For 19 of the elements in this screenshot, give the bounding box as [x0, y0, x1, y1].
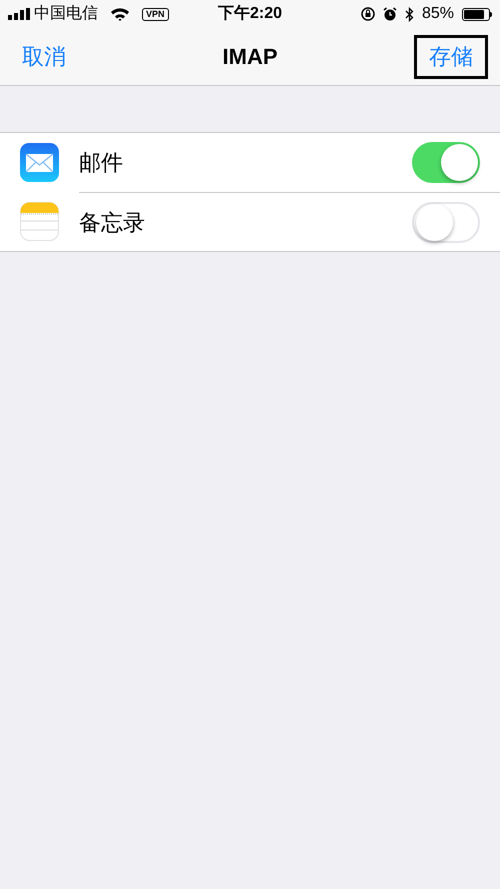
setting-label: 邮件: [79, 149, 124, 177]
battery-percent: 85%: [422, 4, 454, 24]
toggle-switch[interactable]: [412, 202, 480, 242]
cancel-button[interactable]: 取消: [12, 40, 76, 73]
carrier-name: 中国电信: [34, 4, 98, 24]
wifi-icon: [110, 7, 130, 21]
bluetooth-icon: [404, 6, 414, 22]
toggle-switch[interactable]: [412, 142, 480, 183]
battery-icon: [462, 8, 492, 20]
clock-time: 下午2:20: [218, 4, 282, 24]
nav-title: IMAP: [222, 43, 278, 71]
alarm-icon: [382, 7, 397, 21]
vpn-badge: VPN: [142, 8, 169, 20]
setting-label: 备忘录: [79, 208, 146, 236]
rotation-lock-icon: [360, 7, 375, 21]
signal-icon: [8, 8, 30, 20]
notes-app-icon: [20, 202, 59, 241]
mail-app-icon: [20, 143, 59, 182]
save-button[interactable]: 存储: [414, 34, 488, 78]
